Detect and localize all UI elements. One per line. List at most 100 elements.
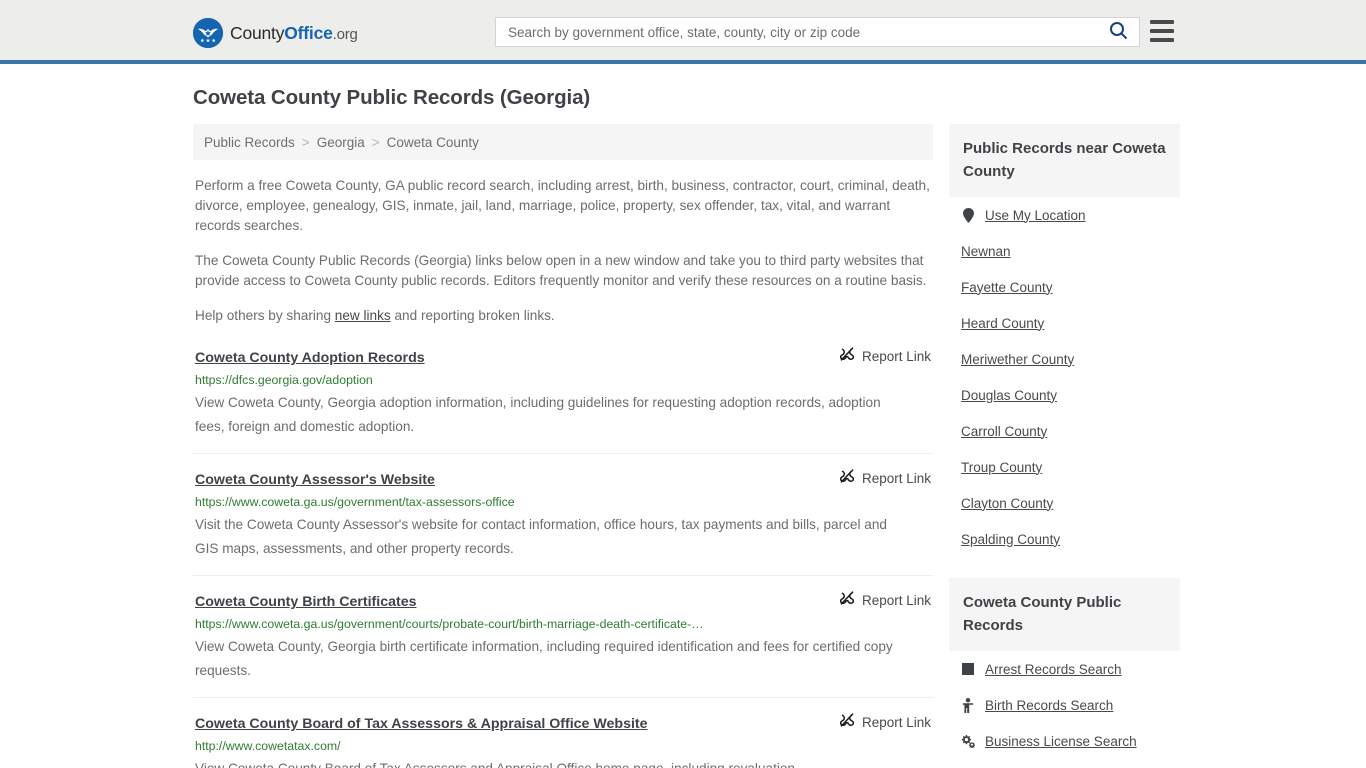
- sidebar-link[interactable]: Use My Location: [985, 208, 1086, 223]
- report-link-label: Report Link: [861, 471, 931, 486]
- result-header: Coweta County Assessor's Website Report …: [195, 468, 931, 489]
- page-body: Coweta County Public Records (Georgia) P…: [0, 64, 1366, 768]
- result-title-link[interactable]: Coweta County Birth Certificates: [195, 594, 417, 610]
- sidebar-item-troup-county[interactable]: Troup County: [949, 449, 1180, 485]
- result-item: Coweta County Assessor's Website Report …: [193, 454, 933, 576]
- content-columns: Public Records > Georgia > Coweta County…: [193, 124, 1180, 768]
- sidebar-heading-records: Coweta County Public Records: [949, 578, 1180, 651]
- sidebar-link[interactable]: Meriwether County: [961, 352, 1074, 367]
- hamburger-icon-bar-1: [1150, 20, 1174, 24]
- site-logo-text: CountyOffice.org: [230, 23, 358, 44]
- sidebar-link[interactable]: Birth Records Search: [985, 698, 1113, 713]
- sidebar-item-spalding-county[interactable]: Spalding County: [949, 521, 1180, 557]
- report-link-button[interactable]: Report Link: [825, 712, 931, 733]
- sidebar-item-heard-county[interactable]: Heard County: [949, 305, 1180, 341]
- sidebar-item-fayette-county[interactable]: Fayette County: [949, 269, 1180, 305]
- sidebar-link[interactable]: Business License Search: [985, 734, 1137, 749]
- breadcrumb-item-georgia[interactable]: Georgia: [317, 135, 365, 150]
- menu-button[interactable]: [1150, 20, 1174, 42]
- results-list: Coweta County Adoption Records Report Li…: [193, 346, 933, 768]
- result-item: Coweta County Birth Certificates Report …: [193, 576, 933, 698]
- result-header: Coweta County Adoption Records Report Li…: [195, 346, 931, 367]
- search-button[interactable]: [1097, 18, 1139, 46]
- map-pin-icon: [961, 207, 975, 223]
- sidebar-item-arrest-records-search[interactable]: Arrest Records Search: [949, 651, 1180, 687]
- breadcrumb-item-coweta-county: Coweta County: [386, 134, 479, 150]
- sidebar-item-meriwether-county[interactable]: Meriwether County: [949, 341, 1180, 377]
- intro-paragraph-3: Help others by sharing new links and rep…: [195, 306, 931, 326]
- breadcrumb: Public Records > Georgia > Coweta County: [193, 124, 933, 160]
- sidebar-item-use-my-location[interactable]: Use My Location: [949, 197, 1180, 233]
- sidebar-link[interactable]: Carroll County: [961, 424, 1047, 439]
- report-link-label: Report Link: [861, 715, 931, 730]
- sidebar-link[interactable]: Fayette County: [961, 280, 1053, 295]
- sidebar-link[interactable]: Troup County: [961, 460, 1042, 475]
- hamburger-icon-bar-2: [1150, 29, 1174, 33]
- result-url: https://dfcs.georgia.gov/adoption: [195, 373, 373, 387]
- sidebar-item-birth-records-search[interactable]: Birth Records Search: [949, 687, 1180, 723]
- breadcrumb-item-public-records[interactable]: Public Records: [204, 135, 295, 150]
- result-header: Coweta County Board of Tax Assessors & A…: [195, 712, 931, 733]
- logo-text-office: Office: [284, 22, 333, 43]
- county-office-eagle-logo-icon: [193, 18, 223, 48]
- sidebar-link[interactable]: Spalding County: [961, 532, 1060, 547]
- result-description: View Coweta County, Georgia birth certif…: [195, 639, 893, 678]
- result-description: View Coweta County, Georgia adoption inf…: [195, 395, 881, 434]
- broken-link-icon: [839, 468, 855, 489]
- intro-text: Perform a free Coweta County, GA public …: [193, 176, 933, 326]
- main-column: Public Records > Georgia > Coweta County…: [193, 124, 933, 768]
- logo-text-county: County: [230, 22, 285, 43]
- result-item: Coweta County Adoption Records Report Li…: [193, 346, 933, 454]
- report-link-label: Report Link: [861, 593, 931, 608]
- hamburger-icon-bar-3: [1150, 38, 1174, 42]
- sidebar-link[interactable]: Clayton County: [961, 496, 1053, 511]
- sidebar-nearby-list: Use My Location Newnan Fayette County He…: [949, 197, 1180, 557]
- sidebar-item-carroll-county[interactable]: Carroll County: [949, 413, 1180, 449]
- sidebar-section-records: Coweta County Public Records Arrest Reco…: [949, 578, 1180, 768]
- search-input[interactable]: [496, 18, 1097, 46]
- intro-p3-prefix: Help others by sharing: [195, 308, 335, 323]
- result-description: Visit the Coweta County Assessor's websi…: [195, 517, 887, 556]
- result-url: https://www.coweta.ga.us/government/cour…: [195, 617, 704, 631]
- intro-paragraph-2: The Coweta County Public Records (Georgi…: [195, 253, 927, 288]
- breadcrumb-separator-2: >: [371, 134, 380, 150]
- report-link-button[interactable]: Report Link: [825, 590, 931, 611]
- result-title-link[interactable]: Coweta County Assessor's Website: [195, 472, 435, 488]
- logo-text-org: .org: [332, 25, 358, 43]
- result-item: Coweta County Board of Tax Assessors & A…: [193, 698, 933, 768]
- broken-link-icon: [839, 590, 855, 611]
- sidebar: Public Records near Coweta County Use My…: [949, 124, 1180, 768]
- sidebar-link[interactable]: Arrest Records Search: [985, 662, 1122, 677]
- handcuffs-icon: [961, 663, 975, 675]
- intro-p3-suffix: and reporting broken links.: [390, 308, 555, 323]
- page-title: Coweta County Public Records (Georgia): [193, 86, 591, 109]
- report-link-button[interactable]: Report Link: [825, 346, 931, 367]
- result-url: https://www.coweta.ga.us/government/tax-…: [195, 495, 515, 509]
- baby-icon: [961, 697, 975, 713]
- result-header: Coweta County Birth Certificates Report …: [195, 590, 931, 611]
- report-link-button[interactable]: Report Link: [825, 468, 931, 489]
- sidebar-link[interactable]: Newnan: [961, 244, 1011, 259]
- search-icon: [1109, 21, 1128, 43]
- broken-link-icon: [839, 712, 855, 733]
- broken-link-icon: [839, 346, 855, 367]
- sidebar-heading-nearby: Public Records near Coweta County: [949, 124, 1180, 197]
- sidebar-item-newnan[interactable]: Newnan: [949, 233, 1180, 269]
- report-link-label: Report Link: [861, 349, 931, 364]
- result-title-link[interactable]: Coweta County Board of Tax Assessors & A…: [195, 716, 648, 732]
- result-url: http://www.cowetatax.com/: [195, 739, 341, 753]
- result-description: View Coweta County Board of Tax Assessor…: [195, 757, 907, 768]
- sidebar-item-contractor-license-search[interactable]: Contractor License Search: [949, 759, 1180, 768]
- site-logo[interactable]: CountyOffice.org: [193, 18, 358, 48]
- result-title-link[interactable]: Coweta County Adoption Records: [195, 350, 425, 366]
- site-header: CountyOffice.org: [0, 0, 1366, 64]
- intro-paragraph-1: Perform a free Coweta County, GA public …: [195, 178, 930, 233]
- new-links-link[interactable]: new links: [335, 308, 391, 323]
- sidebar-link[interactable]: Douglas County: [961, 388, 1057, 403]
- sidebar-item-douglas-county[interactable]: Douglas County: [949, 377, 1180, 413]
- breadcrumb-separator-1: >: [301, 134, 310, 150]
- sidebar-item-business-license-search[interactable]: Business License Search: [949, 723, 1180, 759]
- gears-icon: [961, 734, 975, 748]
- sidebar-link[interactable]: Heard County: [961, 316, 1044, 331]
- sidebar-item-clayton-county[interactable]: Clayton County: [949, 485, 1180, 521]
